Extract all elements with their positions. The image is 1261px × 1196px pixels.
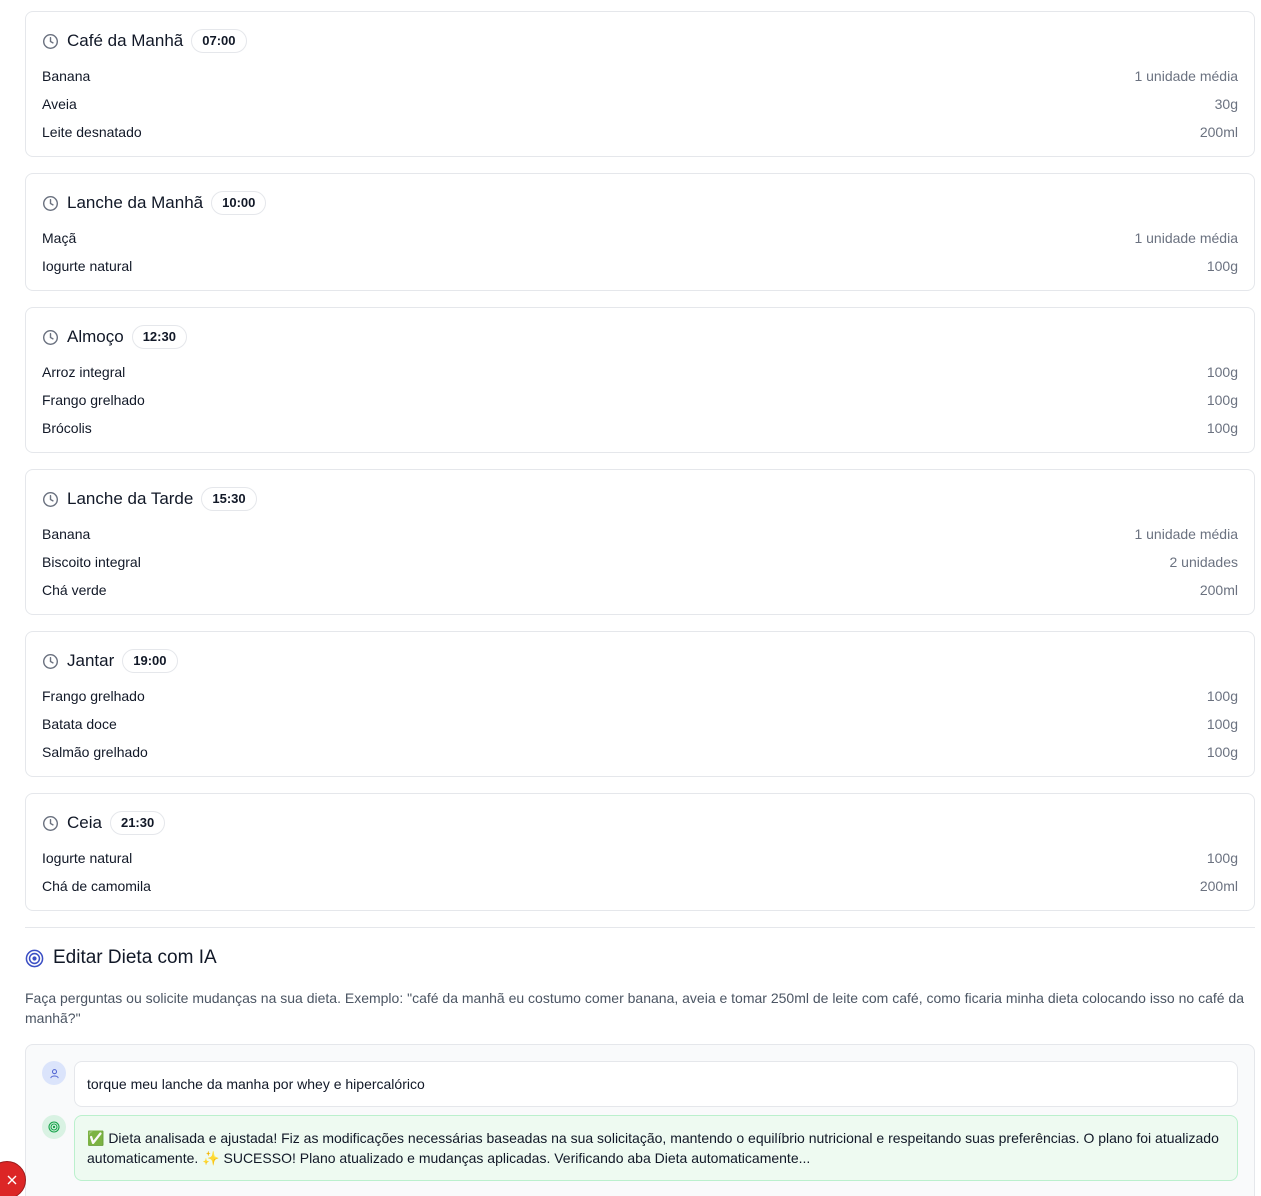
meal-header: Lanche da Tarde 15:30 xyxy=(42,486,1238,512)
meal-title: Lanche da Manhã xyxy=(67,193,204,212)
food-quantity: 100g xyxy=(1206,420,1238,436)
meal-card: Lanche da Tarde 15:30 Banana 1 unidade médi… xyxy=(25,469,1255,615)
food-name: Frango grelhado xyxy=(42,688,145,704)
food-quantity: 1 unidade média xyxy=(1134,68,1238,84)
meal-card: Jantar 19:00 Frango grelhado 100g Batata doc… xyxy=(25,631,1255,777)
clock-icon xyxy=(42,653,59,670)
food-row: Salmão grelhado 100g xyxy=(42,738,1238,766)
close-button[interactable] xyxy=(0,1161,26,1196)
meal-time-badge: 07:00 xyxy=(191,29,247,53)
food-name: Salmão grelhado xyxy=(42,744,148,760)
meal-card: Ceia 21:30 Iogurte natural 100g Chá de camom… xyxy=(25,793,1255,911)
food-row: Banana 1 unidade média xyxy=(42,520,1238,548)
user-message-bubble: torque meu lanche da manha por whey e hi… xyxy=(74,1061,1238,1107)
ai-editor-title: Editar Dieta com IA xyxy=(53,947,217,968)
meal-title: Almoço xyxy=(67,327,124,346)
meal-list: Café da Manhã 07:00 Banana 1 unidade média A… xyxy=(25,11,1255,927)
food-row: Chá verde 200ml xyxy=(42,576,1238,604)
food-name: Iogurte natural xyxy=(42,850,133,866)
food-name: Batata doce xyxy=(42,716,117,732)
ai-message-row xyxy=(42,1115,66,1139)
clock-icon xyxy=(42,491,59,508)
food-row: Iogurte natural 100g xyxy=(42,844,1238,872)
food-quantity: 200ml xyxy=(1199,582,1238,598)
diet-page: Café da Manhã 07:00 Banana 1 unidade média A… xyxy=(0,0,1261,1196)
meal-time-badge: 10:00 xyxy=(211,191,267,215)
food-name: Arroz integral xyxy=(42,364,126,380)
meal-title: Jantar xyxy=(67,651,115,670)
close-icon xyxy=(7,1175,17,1185)
food-row: Iogurte natural 100g xyxy=(42,252,1238,280)
user-message-row xyxy=(42,1061,66,1085)
food-row: Batata doce 100g xyxy=(42,710,1238,738)
ai-message-bubble: ✅ Dieta analisada e ajustada! Fiz as mod… xyxy=(74,1115,1238,1181)
food-name: Frango grelhado xyxy=(42,392,145,408)
food-name: Banana xyxy=(42,526,91,542)
food-quantity: 100g xyxy=(1206,364,1238,380)
clock-icon xyxy=(42,33,59,50)
food-name: Iogurte natural xyxy=(42,258,133,274)
food-quantity: 2 unidades xyxy=(1169,554,1238,570)
food-quantity: 1 unidade média xyxy=(1134,230,1238,246)
meal-header: Ceia 21:30 xyxy=(42,810,1238,836)
food-row: Arroz integral 100g xyxy=(42,358,1238,386)
food-quantity: 200ml xyxy=(1199,878,1238,894)
food-row: Biscoito integral 2 unidades xyxy=(42,548,1238,576)
meal-card: Almoço 12:30 Arroz integral 100g Frango grel… xyxy=(25,307,1255,453)
food-row: Leite desnatado 200ml xyxy=(42,118,1238,146)
food-row: Brócolis 100g xyxy=(42,414,1238,442)
clock-icon xyxy=(42,815,59,832)
meal-header: Lanche da Manhã 10:00 xyxy=(42,190,1238,216)
user-avatar xyxy=(42,1061,66,1085)
food-name: Aveia xyxy=(42,96,77,112)
meal-title: Café da Manhã xyxy=(67,31,184,50)
food-name: Banana xyxy=(42,68,91,84)
meal-header: Jantar 19:00 xyxy=(42,648,1238,674)
ai-editor-section: Editar Dieta com IA Faça perguntas ou so… xyxy=(25,945,1255,1028)
ai-editor-header: Editar Dieta com IA xyxy=(25,945,1255,971)
food-name: Brócolis xyxy=(42,420,92,436)
chat-panel[interactable]: torque meu lanche da manha por whey e hi… xyxy=(25,1044,1255,1196)
meal-time-badge: 19:00 xyxy=(122,649,178,673)
food-quantity: 100g xyxy=(1206,744,1238,760)
user-icon xyxy=(49,1068,60,1079)
meal-card: Lanche da Manhã 10:00 Maçã 1 unidade média I… xyxy=(25,173,1255,291)
food-row: Frango grelhado 100g xyxy=(42,386,1238,414)
meal-header: Almoço 12:30 xyxy=(42,324,1238,350)
food-name: Chá verde xyxy=(42,582,107,598)
meal-title: Lanche da Tarde xyxy=(67,489,194,508)
ai-target-icon xyxy=(48,1121,60,1133)
food-name: Biscoito integral xyxy=(42,554,141,570)
food-quantity: 100g xyxy=(1206,716,1238,732)
food-quantity: 100g xyxy=(1206,258,1238,274)
food-name: Leite desnatado xyxy=(42,124,142,140)
meal-card: Café da Manhã 07:00 Banana 1 unidade média A… xyxy=(25,11,1255,157)
ai-avatar xyxy=(42,1115,66,1139)
food-quantity: 200ml xyxy=(1199,124,1238,140)
food-row: Chá de camomila 200ml xyxy=(42,872,1238,900)
food-quantity: 1 unidade média xyxy=(1134,526,1238,542)
food-row: Aveia 30g xyxy=(42,90,1238,118)
meal-title: Ceia xyxy=(67,813,102,832)
meal-time-badge: 15:30 xyxy=(201,487,257,511)
target-icon xyxy=(25,949,44,968)
food-quantity: 100g xyxy=(1206,850,1238,866)
clock-icon xyxy=(42,195,59,212)
food-quantity: 100g xyxy=(1206,688,1238,704)
food-row: Frango grelhado 100g xyxy=(42,682,1238,710)
meal-time-badge: 21:30 xyxy=(109,811,166,835)
food-row: Maçã 1 unidade média xyxy=(42,224,1238,252)
clock-icon xyxy=(42,329,59,346)
food-name: Chá de camomila xyxy=(42,878,151,894)
meal-time-badge: 12:30 xyxy=(131,325,187,349)
food-quantity: 100g xyxy=(1206,392,1238,408)
ai-editor-description: Faça perguntas ou solicite mudanças na s… xyxy=(25,990,1244,1026)
food-row: Banana 1 unidade média xyxy=(42,62,1238,90)
meal-header: Café da Manhã 07:00 xyxy=(42,28,1238,54)
food-quantity: 30g xyxy=(1214,96,1238,112)
section-divider xyxy=(25,927,1255,928)
food-name: Maçã xyxy=(42,230,77,246)
